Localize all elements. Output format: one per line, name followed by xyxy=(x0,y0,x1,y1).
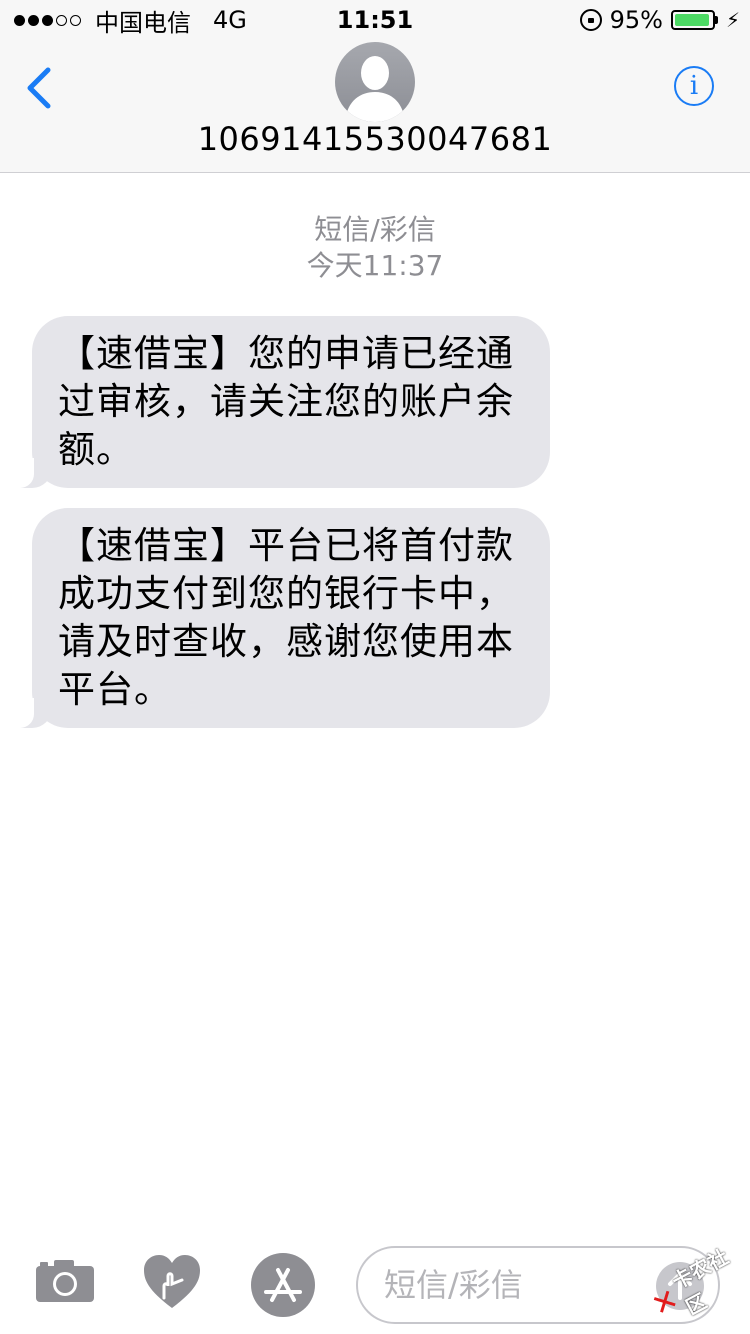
message-bubble[interactable]: 【速借宝】您的申请已经通过审核，请关注您的账户余额。 xyxy=(14,316,550,488)
person-silhouette-icon xyxy=(345,56,405,122)
messages-screen: 中国电信 4G 11:51 95% ⚡ 10691415530047681 i … xyxy=(0,0,750,1334)
carrier-name: 中国电信 xyxy=(95,8,191,37)
network-type: 4G xyxy=(213,6,247,34)
signal-strength-icon xyxy=(14,14,81,26)
status-left: 中国电信 4G xyxy=(0,3,247,38)
app-store-button[interactable] xyxy=(250,1252,316,1318)
status-right: 95% ⚡ xyxy=(579,6,750,34)
message-text: 【速借宝】平台已将首付款成功支付到您的银行卡中，请及时查收，感谢您使用本平台。 xyxy=(58,524,514,711)
info-button[interactable]: i xyxy=(674,66,714,106)
camera-icon xyxy=(36,1260,94,1302)
app-store-icon xyxy=(251,1253,315,1317)
battery-icon xyxy=(670,10,718,30)
digital-touch-button[interactable] xyxy=(142,1254,202,1310)
battery-level xyxy=(674,14,710,26)
message-text: 【速借宝】您的申请已经通过审核，请关注您的账户余额。 xyxy=(58,332,514,471)
contact-number[interactable]: 10691415530047681 xyxy=(0,120,750,158)
charging-icon: ⚡ xyxy=(725,8,740,32)
message-timestamp: 今天11:37 xyxy=(306,249,444,282)
conversation-meta: 短信/彩信 今天11:37 xyxy=(0,212,750,284)
rotation-lock-icon xyxy=(579,9,602,31)
battery-percent: 95% xyxy=(609,6,663,34)
conversation-header: 10691415530047681 i xyxy=(0,40,750,173)
back-button[interactable] xyxy=(22,66,58,110)
chevron-left-icon xyxy=(27,67,51,109)
info-icon: i xyxy=(689,71,699,101)
status-bar: 中国电信 4G 11:51 95% ⚡ xyxy=(0,0,750,40)
message-type-label: 短信/彩信 xyxy=(314,213,436,246)
message-bubble[interactable]: 【速借宝】平台已将首付款成功支付到您的银行卡中，请及时查收，感谢您使用本平台。 xyxy=(14,508,550,728)
camera-button[interactable] xyxy=(36,1258,96,1304)
contact-avatar[interactable] xyxy=(335,42,415,122)
digital-touch-icon xyxy=(144,1255,200,1308)
compose-bar: 短信/彩信 xyxy=(0,1236,750,1334)
